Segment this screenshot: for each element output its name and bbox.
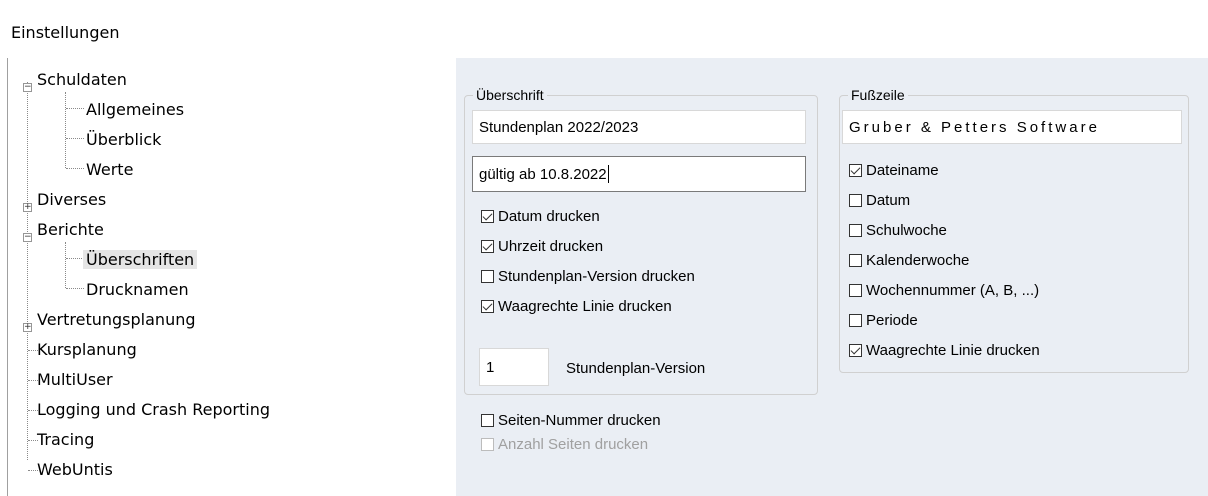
tree-item-label: Werte [86,160,134,179]
checkbox-checked-icon [481,239,494,253]
checkbox-checked-icon [481,299,494,313]
collapse-icon[interactable]: − [23,233,32,242]
dateiname-checkbox[interactable]: Dateiname [849,160,939,180]
fuss-datum-checkbox[interactable]: Datum [849,190,910,210]
checkbox-label: Datum [866,191,911,209]
anzahl-seiten-checkbox: Anzahl Seiten drucken [481,434,648,454]
tree-item-label: Überblick [86,130,162,149]
checkbox-unchecked-icon [481,413,494,427]
tree-item-label: Kursplanung [37,340,137,359]
tree-connector [66,168,84,169]
ueberschrift-group-title: Überschrift [473,87,547,103]
tree-item-label: Diverses [37,190,107,209]
tree-connector [66,138,84,139]
tree-item-drucknamen[interactable]: Drucknamen [83,278,192,302]
text-caret [607,165,609,183]
tree-item-multiuser[interactable]: MultiUser [34,368,116,392]
header-line1-input[interactable]: Stundenplan 2022/2023 [472,110,806,144]
tree-connector [27,82,28,460]
footer-text-input[interactable]: Gruber & Petters Software [842,110,1182,144]
tree-item-ueberschriften[interactable]: Überschriften [83,248,198,272]
checkbox-checked-icon [849,343,862,357]
tree-item-ueberblick[interactable]: Überblick [83,128,164,152]
expand-icon[interactable]: + [23,203,32,212]
tree-item-label: Tracing [37,430,95,449]
window-title: Einstellungen [11,23,120,42]
checkbox-label: Uhrzeit drucken [498,237,604,255]
tree-item-vertretungsplanung[interactable]: Vertretungsplanung [34,308,199,332]
tree-item-berichte[interactable]: Berichte [34,218,107,242]
checkbox-label: Seiten-Nummer drucken [498,411,661,429]
checkbox-unchecked-icon [481,269,494,283]
checkbox-label: Anzahl Seiten drucken [498,435,649,453]
checkbox-label: Waagrechte Linie drucken [498,297,672,315]
checkbox-unchecked-icon [849,283,862,297]
tree-item-label: Schuldaten [37,70,127,89]
periode-checkbox[interactable]: Periode [849,310,918,330]
schulwoche-checkbox[interactable]: Schulwoche [849,220,947,240]
tree-item-label: Vertretungsplanung [37,310,196,329]
version-label: Stundenplan-Version [566,360,706,377]
tree-item-kursplanung[interactable]: Kursplanung [34,338,140,362]
settings-panel: Überschrift Stundenplan 2022/2023 gültig… [456,58,1208,496]
tree-item-webuntis[interactable]: WebUntis [34,458,116,482]
checkbox-label: Datum drucken [498,207,600,225]
tree-item-allgemeines[interactable]: Allgemeines [83,98,187,122]
checkbox-unchecked-icon [481,437,494,451]
checkbox-label: Waagrechte Linie drucken [866,341,1040,359]
tree-item-logging[interactable]: Logging und Crash Reporting [34,398,273,422]
tree-connector [65,92,66,168]
linie-drucken-checkbox[interactable]: Waagrechte Linie drucken [481,296,672,316]
tree-item-label: Berichte [37,220,104,239]
settings-tree[interactable]: − Schuldaten Allgemeines Überblick Werte… [20,64,450,496]
tree-item-label: Allgemeines [86,100,185,119]
checkbox-checked-icon [481,209,494,223]
checkbox-label: Stundenplan-Version drucken [498,267,695,285]
tree-item-schuldaten[interactable]: Schuldaten [34,68,130,92]
fuss-linie-checkbox[interactable]: Waagrechte Linie drucken [849,340,1040,360]
collapse-icon[interactable]: − [23,83,32,92]
fusszeile-group-title: Fußzeile [848,87,908,103]
tree-connector [65,242,66,288]
tree-item-tracing[interactable]: Tracing [34,428,97,452]
checkbox-unchecked-icon [849,223,862,237]
kalenderwoche-checkbox[interactable]: Kalenderwoche [849,250,969,270]
uhrzeit-drucken-checkbox[interactable]: Uhrzeit drucken [481,236,603,256]
seiten-nummer-checkbox[interactable]: Seiten-Nummer drucken [481,410,661,430]
tree-item-label: Überschriften [83,250,198,269]
checkbox-unchecked-icon [849,313,862,327]
header-line2-input[interactable]: gültig ab 10.8.2022 [472,156,806,192]
tree-connector [66,288,84,289]
header-line2-text: gültig ab 10.8.2022 [479,165,607,183]
expand-icon[interactable]: + [23,323,32,332]
datum-drucken-checkbox[interactable]: Datum drucken [481,206,600,226]
tree-item-label: MultiUser [37,370,113,389]
version-input[interactable]: 1 [479,348,549,386]
tree-item-label: Logging und Crash Reporting [37,400,270,419]
checkbox-unchecked-icon [849,193,862,207]
tree-connector [66,108,84,109]
checkbox-label: Dateiname [866,161,939,179]
checkbox-unchecked-icon [849,253,862,267]
wochennummer-checkbox[interactable]: Wochennummer (A, B, ...) [849,280,1039,300]
left-border [7,58,8,496]
checkbox-label: Periode [866,311,918,329]
checkbox-checked-icon [849,163,862,177]
checkbox-label: Kalenderwoche [866,251,970,269]
tree-item-label: Drucknamen [86,280,189,299]
tree-item-label: WebUntis [37,460,113,479]
checkbox-label: Schulwoche [866,221,947,239]
version-drucken-checkbox[interactable]: Stundenplan-Version drucken [481,266,695,286]
checkbox-label: Wochennummer (A, B, ...) [866,281,1040,299]
tree-item-diverses[interactable]: Diverses [34,188,109,212]
tree-item-werte[interactable]: Werte [83,158,136,182]
tree-connector [66,258,84,259]
